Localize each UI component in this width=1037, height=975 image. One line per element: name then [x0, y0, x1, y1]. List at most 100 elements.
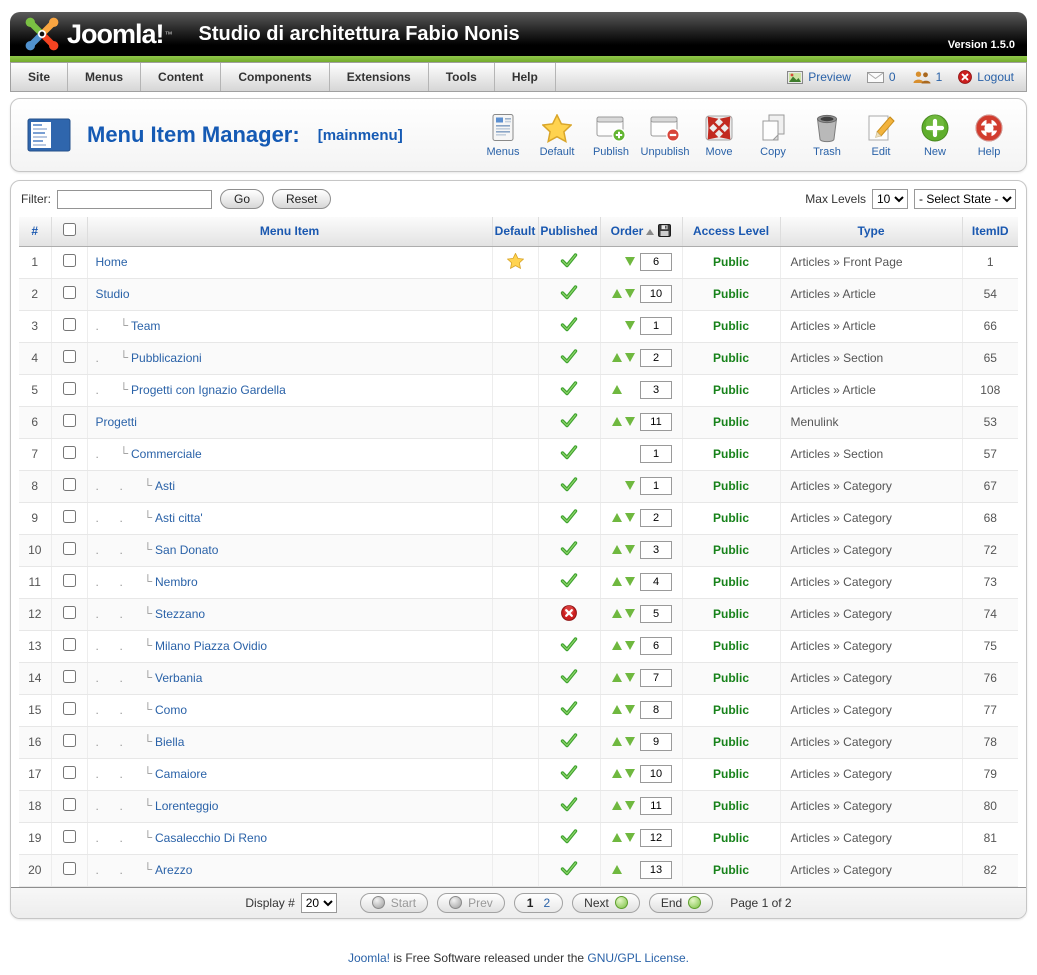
order-input[interactable]	[640, 509, 672, 527]
filter-input[interactable]	[57, 190, 212, 209]
row-checkbox[interactable]	[63, 478, 76, 491]
row-checkbox[interactable]	[63, 318, 76, 331]
published-icon[interactable]	[560, 381, 578, 399]
unpublish-button[interactable]: Unpublish	[642, 112, 688, 158]
menu-item-link[interactable]: Pubblicazioni	[131, 351, 202, 365]
menu-item-link[interactable]: Commerciale	[131, 447, 202, 461]
menu-item-site[interactable]: Site	[11, 63, 68, 91]
menus-button[interactable]: Menus	[480, 112, 526, 158]
order-up-button[interactable]	[612, 417, 622, 426]
save-order-icon[interactable]	[658, 224, 671, 237]
pagination-end-button[interactable]: End	[649, 893, 713, 913]
published-icon[interactable]	[560, 477, 578, 495]
access-level-link[interactable]: Public	[713, 703, 749, 717]
order-down-button[interactable]	[625, 353, 635, 362]
menu-item-content[interactable]: Content	[141, 63, 221, 91]
row-checkbox[interactable]	[63, 862, 76, 875]
move-button[interactable]: Move	[696, 112, 742, 158]
menu-item-link[interactable]: Lorenteggio	[155, 799, 218, 813]
order-down-button[interactable]	[625, 673, 635, 682]
order-up-button[interactable]	[612, 289, 622, 298]
order-up-button[interactable]	[612, 833, 622, 842]
menu-item-link[interactable]: Biella	[155, 735, 184, 749]
gnu-gpl-link[interactable]: GNU/GPL License.	[587, 951, 689, 965]
filter-go-button[interactable]: Go	[220, 189, 264, 209]
menu-item-link[interactable]: Milano Piazza Ovidio	[155, 639, 267, 653]
row-checkbox[interactable]	[63, 254, 76, 267]
order-up-button[interactable]	[612, 865, 622, 874]
access-level-link[interactable]: Public	[713, 767, 749, 781]
pagination-next-button[interactable]: Next	[572, 893, 640, 913]
order-input[interactable]	[640, 477, 672, 495]
order-input[interactable]	[640, 349, 672, 367]
access-level-link[interactable]: Public	[713, 319, 749, 333]
row-checkbox[interactable]	[63, 414, 76, 427]
access-level-link[interactable]: Public	[713, 447, 749, 461]
order-up-button[interactable]	[612, 385, 622, 394]
pagination-page-link[interactable]: 2	[543, 896, 550, 910]
order-input[interactable]	[640, 733, 672, 751]
column-header-default[interactable]: Default	[492, 217, 538, 246]
order-up-button[interactable]	[612, 641, 622, 650]
order-up-button[interactable]	[612, 673, 622, 682]
menu-item-link[interactable]: Team	[131, 319, 160, 333]
order-input[interactable]	[640, 253, 672, 271]
access-level-link[interactable]: Public	[713, 607, 749, 621]
menu-item-link[interactable]: Casalecchio Di Reno	[155, 831, 267, 845]
select-all-checkbox[interactable]	[63, 223, 76, 236]
access-level-link[interactable]: Public	[713, 383, 749, 397]
order-down-button[interactable]	[625, 289, 635, 298]
row-checkbox[interactable]	[63, 606, 76, 619]
menu-item-link[interactable]: Verbania	[155, 671, 202, 685]
new-button[interactable]: New	[912, 112, 958, 158]
published-icon[interactable]	[560, 637, 578, 655]
order-up-button[interactable]	[612, 705, 622, 714]
display-count-select[interactable]: 20	[301, 893, 337, 913]
access-level-link[interactable]: Public	[713, 287, 749, 301]
pagination-start-button[interactable]: Start	[360, 893, 428, 913]
default-button[interactable]: Default	[534, 112, 580, 158]
order-input[interactable]	[640, 317, 672, 335]
row-checkbox[interactable]	[63, 798, 76, 811]
order-up-button[interactable]	[612, 577, 622, 586]
order-up-button[interactable]	[612, 545, 622, 554]
order-down-button[interactable]	[625, 513, 635, 522]
row-checkbox[interactable]	[63, 350, 76, 363]
order-down-button[interactable]	[625, 801, 635, 810]
menu-item-link[interactable]: Nembro	[155, 575, 198, 589]
column-header-order[interactable]: Order	[600, 217, 682, 246]
access-level-link[interactable]: Public	[713, 863, 749, 877]
order-down-button[interactable]	[625, 417, 635, 426]
max-levels-select[interactable]: 10	[872, 189, 908, 209]
copy-button[interactable]: Copy	[750, 112, 796, 158]
order-down-button[interactable]	[625, 545, 635, 554]
menu-item-menus[interactable]: Menus	[68, 63, 141, 91]
order-input[interactable]	[640, 637, 672, 655]
menu-item-link[interactable]: Studio	[96, 287, 130, 301]
row-checkbox[interactable]	[63, 638, 76, 651]
messages-link[interactable]: 0	[867, 70, 896, 84]
published-icon[interactable]	[560, 861, 578, 879]
menu-item-link[interactable]: Progetti	[96, 415, 137, 429]
order-down-button[interactable]	[625, 833, 635, 842]
published-icon[interactable]	[560, 349, 578, 367]
menu-item-link[interactable]: Progetti con Ignazio Gardella	[131, 383, 286, 397]
order-down-button[interactable]	[625, 705, 635, 714]
order-input[interactable]	[640, 605, 672, 623]
access-level-link[interactable]: Public	[713, 639, 749, 653]
order-down-button[interactable]	[625, 577, 635, 586]
order-input[interactable]	[640, 829, 672, 847]
menu-item-link[interactable]: Home	[96, 255, 128, 269]
order-up-button[interactable]	[612, 609, 622, 618]
joomla-footer-link[interactable]: Joomla!	[348, 951, 390, 965]
column-header-type[interactable]: Type	[780, 217, 962, 246]
menu-item-link[interactable]: Arezzo	[155, 863, 192, 877]
logged-in-users-link[interactable]: 1	[912, 70, 943, 84]
menu-item-link[interactable]: Camaiore	[155, 767, 207, 781]
access-level-link[interactable]: Public	[713, 831, 749, 845]
row-checkbox[interactable]	[63, 702, 76, 715]
column-header-menu-item[interactable]: Menu Item	[87, 217, 492, 246]
menu-item-extensions[interactable]: Extensions	[330, 63, 429, 91]
order-down-button[interactable]	[625, 321, 635, 330]
row-checkbox[interactable]	[63, 510, 76, 523]
